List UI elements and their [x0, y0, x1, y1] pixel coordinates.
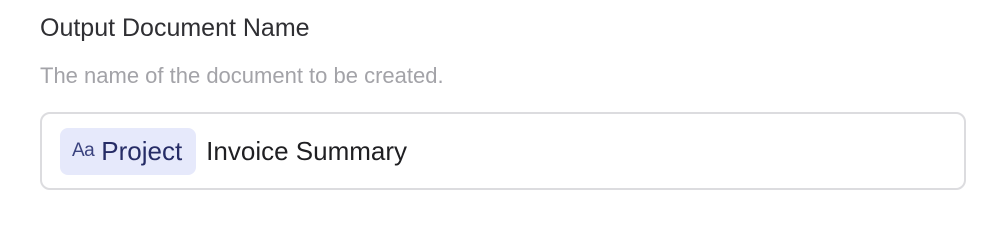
- project-variable-chip[interactable]: Aa Project: [60, 127, 197, 175]
- field-label: Output Document Name: [40, 14, 310, 42]
- input-value-text[interactable]: Invoice Summary: [206, 136, 407, 167]
- field-description: The name of the document to be created.: [40, 63, 444, 88]
- text-type-icon: Aa: [72, 140, 95, 161]
- document-name-input[interactable]: Aa Project Invoice Summary: [40, 112, 966, 190]
- chip-label: Project: [101, 135, 183, 166]
